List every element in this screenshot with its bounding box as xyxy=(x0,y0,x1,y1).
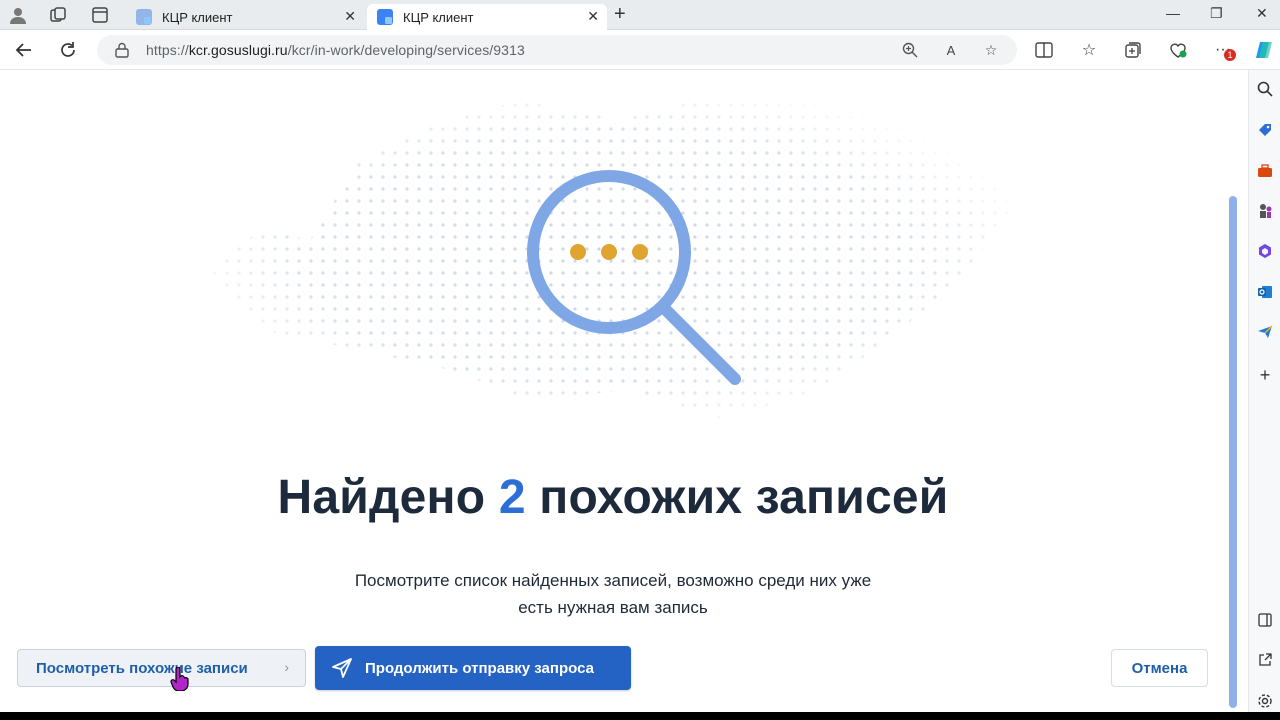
browser-essentials-icon[interactable] xyxy=(1167,39,1189,61)
profile-icon[interactable] xyxy=(8,5,28,25)
cancel-button[interactable]: Отмена xyxy=(1111,649,1208,687)
chevron-right-icon: › xyxy=(284,659,289,675)
screen-bottom-edge xyxy=(0,712,1280,720)
search-icon[interactable] xyxy=(1256,80,1274,98)
tab-actions-icon[interactable] xyxy=(90,5,110,25)
lock-icon[interactable] xyxy=(115,42,129,63)
close-icon[interactable]: ✕ xyxy=(587,8,599,25)
zoom-icon[interactable] xyxy=(901,41,919,59)
cancel-label: Отмена xyxy=(1131,659,1188,677)
send-icon xyxy=(331,657,353,679)
maximize-icon[interactable]: ❐ xyxy=(1210,5,1223,22)
browser-tab-strip: КЦР клиент ✕ КЦР клиент ✕ + — ❐ ✕ xyxy=(0,0,1280,30)
kcr-favicon-icon xyxy=(136,9,152,25)
shopping-tag-icon[interactable] xyxy=(1256,121,1274,139)
scrollbar-thumb[interactable] xyxy=(1229,196,1237,708)
main-content: Найдено 2 похожих записей Посмотрите спи… xyxy=(0,70,1240,720)
tab-kcr-client-2[interactable]: КЦР клиент ✕ xyxy=(367,4,607,30)
loading-dot xyxy=(632,244,648,260)
copilot-icon[interactable] xyxy=(1253,39,1275,61)
description-text: Посмотрите список найденных записей, воз… xyxy=(313,567,913,621)
minimize-icon[interactable]: — xyxy=(1166,5,1180,21)
view-similar-label: Посмотреть похожие записи xyxy=(36,659,248,677)
continue-request-button[interactable]: Продолжить отправку запроса xyxy=(315,646,631,690)
title-text: похожих записей xyxy=(525,471,949,524)
favorite-star-icon[interactable]: ☆ xyxy=(982,41,1000,59)
refresh-icon[interactable] xyxy=(57,39,79,61)
found-count: 2 xyxy=(498,471,526,524)
address-bar[interactable]: https://kcr.gosuslugi.ru/kcr/in-work/dev… xyxy=(97,35,1017,65)
browser-sidebar: + xyxy=(1248,70,1280,720)
settings-gear-icon[interactable] xyxy=(1256,692,1274,710)
collections-icon[interactable] xyxy=(1122,39,1144,61)
url-host: kcr.gosuslugi.ru xyxy=(188,42,288,58)
microsoft365-icon[interactable] xyxy=(1256,242,1274,260)
loading-dot xyxy=(570,244,586,260)
notification-badge: 1 xyxy=(1224,49,1236,61)
url-text[interactable]: https://kcr.gosuslugi.ru/kcr/in-work/dev… xyxy=(146,42,525,58)
read-aloud-icon[interactable]: A xyxy=(942,41,960,59)
tab-kcr-client-1[interactable]: КЦР клиент ✕ xyxy=(126,4,364,30)
description-line: есть нужная вам запись xyxy=(518,598,708,617)
add-icon[interactable]: + xyxy=(1256,365,1274,385)
split-screen-icon[interactable] xyxy=(1033,39,1055,61)
external-link-icon[interactable] xyxy=(1256,651,1274,669)
page-title: Найдено 2 похожих записей xyxy=(0,470,1226,525)
url-prefix: https:// xyxy=(146,42,189,58)
view-similar-button[interactable]: Посмотреть похожие записи › xyxy=(17,649,306,687)
workspaces-icon[interactable] xyxy=(48,5,68,25)
close-icon[interactable]: ✕ xyxy=(344,8,356,25)
hand-cursor-icon xyxy=(170,667,189,691)
tools-briefcase-icon[interactable] xyxy=(1256,162,1274,180)
browser-toolbar: https://kcr.gosuslugi.ru/kcr/in-work/dev… xyxy=(0,30,1280,70)
new-tab-icon[interactable]: + xyxy=(614,3,626,26)
url-path: /kcr/in-work/developing/services/9313 xyxy=(287,42,525,58)
magnifier-icon xyxy=(527,170,741,385)
continue-label: Продолжить отправку запроса xyxy=(365,659,594,677)
back-icon[interactable] xyxy=(13,39,35,61)
tab-label: КЦР клиент xyxy=(162,9,233,25)
favorites-icon[interactable]: ☆ xyxy=(1078,39,1100,61)
loading-dot xyxy=(601,244,617,260)
kcr-favicon-icon xyxy=(377,9,393,25)
games-chess-icon[interactable] xyxy=(1256,202,1274,220)
description-line: Посмотрите список найденных записей, воз… xyxy=(354,571,872,590)
tab-label: КЦР клиент xyxy=(403,9,474,25)
title-text: Найдено xyxy=(277,471,499,524)
window-close-icon[interactable]: ✕ xyxy=(1256,5,1268,22)
outlook-icon[interactable] xyxy=(1256,283,1274,301)
send-plane-icon[interactable] xyxy=(1256,323,1274,341)
sidebar-toggle-icon[interactable] xyxy=(1256,611,1274,629)
